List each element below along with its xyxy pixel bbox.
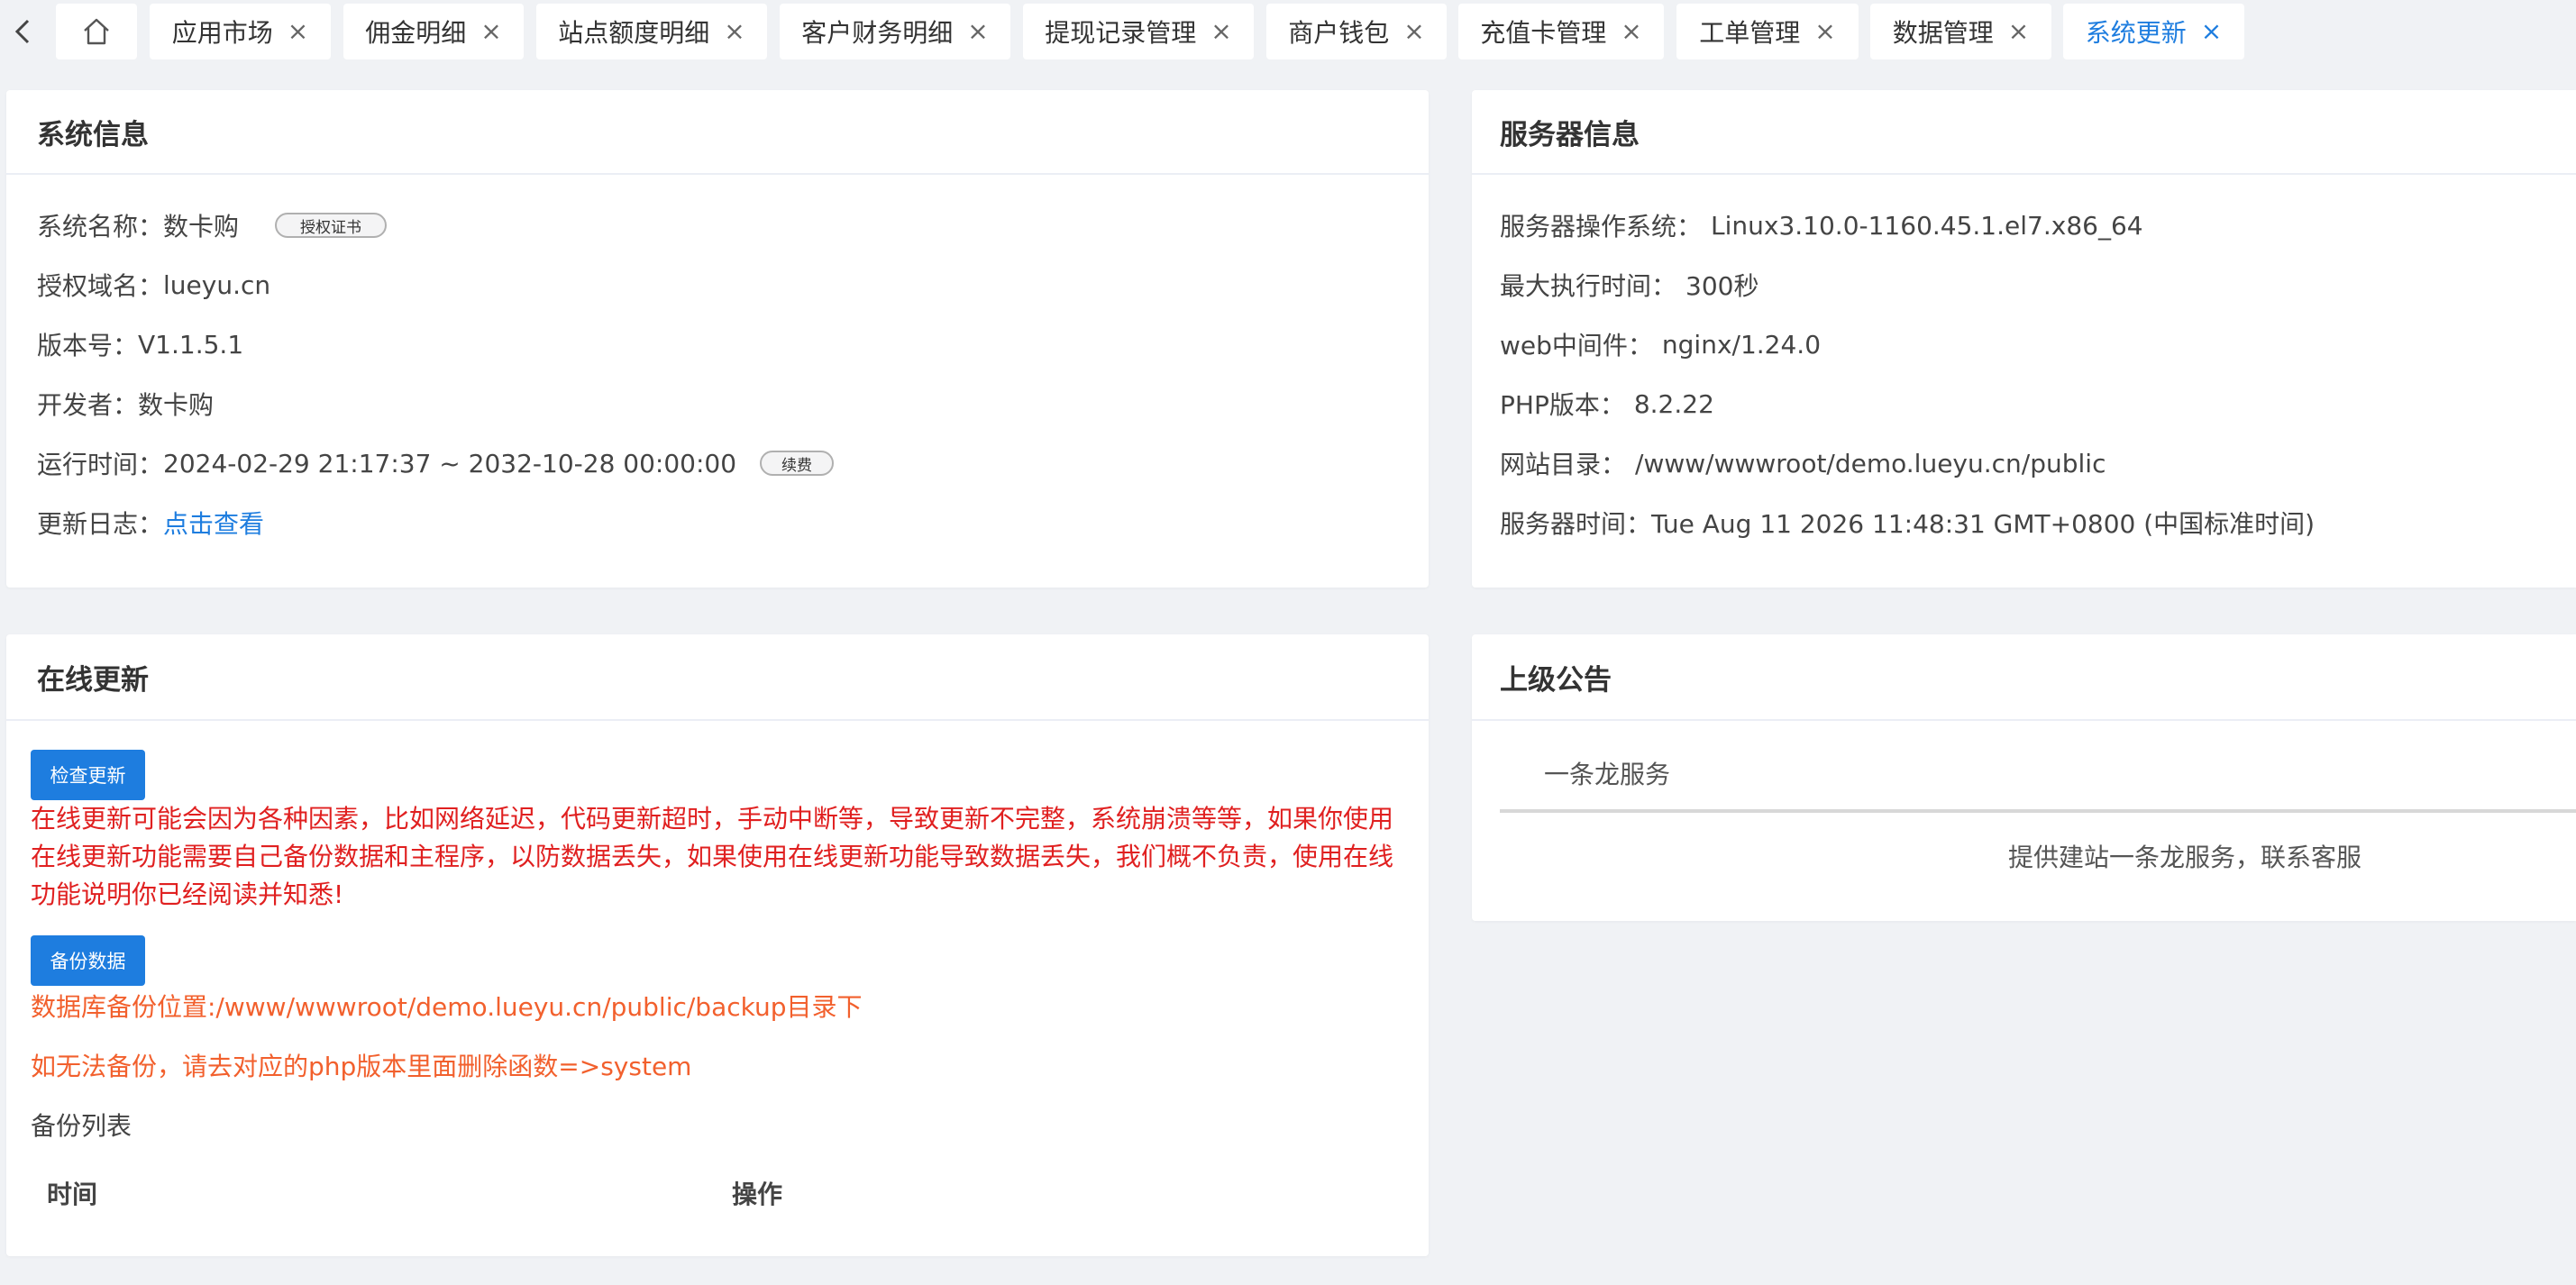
- tab-label: 数据管理: [1892, 18, 1994, 48]
- close-icon[interactable]: ×: [1621, 19, 1641, 44]
- label: web中间件：: [1500, 331, 1653, 360]
- tab-merchant-wallet[interactable]: 商户钱包 ×: [1266, 4, 1447, 59]
- server-os-value: Linux3.10.0-1160.45.1.el7.x86_64: [1711, 210, 2143, 241]
- backup-location-text: 数据库备份位置:/www/wwwroot/demo.lueyu.cn/publi…: [31, 992, 863, 1022]
- tab-label: 系统更新: [2085, 18, 2187, 48]
- tab-home[interactable]: [56, 4, 137, 59]
- tab-ticket-management[interactable]: 工单管理 ×: [1676, 4, 1859, 59]
- check-update-button[interactable]: 检查更新: [31, 750, 145, 800]
- card-title: 系统信息: [6, 90, 1429, 175]
- tab-label: 客户财务明细: [801, 18, 954, 48]
- max-exec-time-row: 最大执行时间： 300秒: [1500, 267, 1758, 303]
- label: 系统名称：: [37, 212, 164, 242]
- tab-system-update[interactable]: 系统更新 ×: [2063, 4, 2244, 59]
- changelog-link[interactable]: 点击查看: [163, 505, 264, 541]
- runtime-value: 2024-02-29 21:17:37 ~ 2032-10-28 00:00:0…: [163, 448, 737, 478]
- tab-label: 站点额度明细: [558, 18, 710, 48]
- license-certificate-button[interactable]: 授权证书: [275, 213, 388, 238]
- php-version-value: 8.2.22: [1633, 388, 1714, 419]
- label: 开发者：: [37, 390, 139, 420]
- web-middleware-row: web中间件： nginx/1.24.0: [1500, 326, 1821, 362]
- label: 服务器时间：: [1500, 509, 1652, 539]
- tab-commission-detail[interactable]: 佣金明细 ×: [343, 4, 524, 59]
- tab-label: 佣金明细: [365, 18, 467, 48]
- label: 授权域名：: [37, 271, 164, 301]
- php-version-row: PHP版本： 8.2.22: [1500, 386, 1714, 422]
- tab-customer-finance-detail[interactable]: 客户财务明细 ×: [780, 4, 1010, 59]
- home-icon: [84, 18, 109, 45]
- version-value: V1.1.5.1: [138, 329, 244, 360]
- close-icon[interactable]: ×: [967, 19, 988, 44]
- chevron-left-icon: [14, 19, 30, 44]
- notice-content: 提供建站一条龙服务，联系客服: [2008, 843, 2362, 872]
- licensed-domain-value: lueyu.cn: [163, 269, 271, 300]
- backup-list-label: 备份列表: [31, 1111, 132, 1141]
- label: 版本号：: [37, 331, 139, 360]
- tab-data-management[interactable]: 数据管理 ×: [1870, 4, 2051, 59]
- close-icon[interactable]: ×: [288, 19, 308, 44]
- tab-scroll-left-button[interactable]: [0, 0, 45, 63]
- notice-tab-divider: [1500, 809, 2576, 813]
- close-icon[interactable]: ×: [724, 19, 744, 44]
- server-time-value: Tue Aug 11 2026 11:48:31 GMT+0800 (中国标准时…: [1651, 509, 2316, 539]
- tab-app-market[interactable]: 应用市场 ×: [150, 4, 331, 59]
- close-icon[interactable]: ×: [2008, 19, 2029, 44]
- tab-bar: 应用市场 × 佣金明细 × 站点额度明细 × 客户财务明细 × 提现记录管理 ×…: [0, 0, 2576, 67]
- system-name-row: 系统名称： 数卡购 授权证书: [37, 207, 388, 243]
- site-directory-value: /www/wwwroot/demo.lueyu.cn/public: [1635, 448, 2106, 478]
- backup-hint-text: 如无法备份，请去对应的php版本里面删除函数=>system: [31, 1052, 692, 1081]
- notice-tab-one-stop-service[interactable]: 一条龙服务: [1544, 755, 1670, 791]
- server-time-row: 服务器时间： Tue Aug 11 2026 11:48:31 GMT+0800…: [1500, 505, 2315, 541]
- system-info-card: 系统信息 系统名称： 数卡购 授权证书 授权域名： lueyu.cn 版本号： …: [6, 90, 1429, 588]
- max-exec-time-value: 300秒: [1685, 271, 1759, 301]
- tab-recharge-card[interactable]: 充值卡管理 ×: [1458, 4, 1664, 59]
- tab-label: 应用市场: [171, 18, 273, 48]
- tab-label: 充值卡管理: [1480, 18, 1607, 48]
- card-title: 上级公告: [1472, 634, 2576, 721]
- column-header-time: 时间: [47, 1180, 98, 1209]
- tab-withdraw-records[interactable]: 提现记录管理 ×: [1023, 4, 1254, 59]
- label: 服务器操作系统：: [1500, 212, 1703, 242]
- update-warning-text: 在线更新可能会因为各种因素，比如网络延迟，代码更新超时，手动中断等，导致更新不完…: [31, 804, 1394, 909]
- card-title: 服务器信息: [1472, 90, 2576, 175]
- licensed-domain-row: 授权域名： lueyu.cn: [37, 267, 270, 303]
- card-title: 在线更新: [6, 634, 1429, 721]
- developer-row: 开发者： 数卡购: [37, 386, 214, 422]
- close-icon[interactable]: ×: [1403, 19, 1424, 44]
- backup-data-button[interactable]: 备份数据: [31, 935, 145, 986]
- label: 运行时间：: [37, 450, 164, 479]
- label: 更新日志：: [37, 509, 164, 539]
- label: 网站目录：: [1500, 450, 1627, 479]
- system-name-value: 数卡购: [163, 212, 240, 242]
- close-icon[interactable]: ×: [1814, 19, 1835, 44]
- column-header-action: 操作: [732, 1180, 783, 1209]
- server-info-card: 服务器信息 服务器操作系统： Linux3.10.0-1160.45.1.el7…: [1472, 90, 2576, 588]
- developer-value: 数卡购: [138, 390, 215, 420]
- label: 最大执行时间：: [1500, 271, 1677, 301]
- site-directory-row: 网站目录： /www/wwwroot/demo.lueyu.cn/public: [1500, 445, 2106, 481]
- tab-site-quota-detail[interactable]: 站点额度明细 ×: [536, 4, 767, 59]
- close-icon[interactable]: ×: [1210, 19, 1231, 44]
- changelog-row: 更新日志： 点击查看: [37, 505, 264, 541]
- version-row: 版本号： V1.1.5.1: [37, 326, 243, 362]
- backup-table-header: 时间 操作: [31, 1161, 1392, 1224]
- tab-label: 提现记录管理: [1045, 18, 1197, 48]
- renew-button[interactable]: 续费: [760, 451, 835, 476]
- close-icon[interactable]: ×: [2201, 19, 2222, 44]
- server-os-row: 服务器操作系统： Linux3.10.0-1160.45.1.el7.x86_6…: [1500, 207, 2143, 243]
- label: PHP版本：: [1500, 390, 1625, 420]
- close-icon[interactable]: ×: [480, 19, 501, 44]
- tab-label: 商户钱包: [1288, 18, 1390, 48]
- runtime-row: 运行时间： 2024-02-29 21:17:37 ~ 2032-10-28 0…: [37, 445, 835, 481]
- tab-label: 工单管理: [1699, 18, 1801, 48]
- web-middleware-value: nginx/1.24.0: [1661, 329, 1822, 360]
